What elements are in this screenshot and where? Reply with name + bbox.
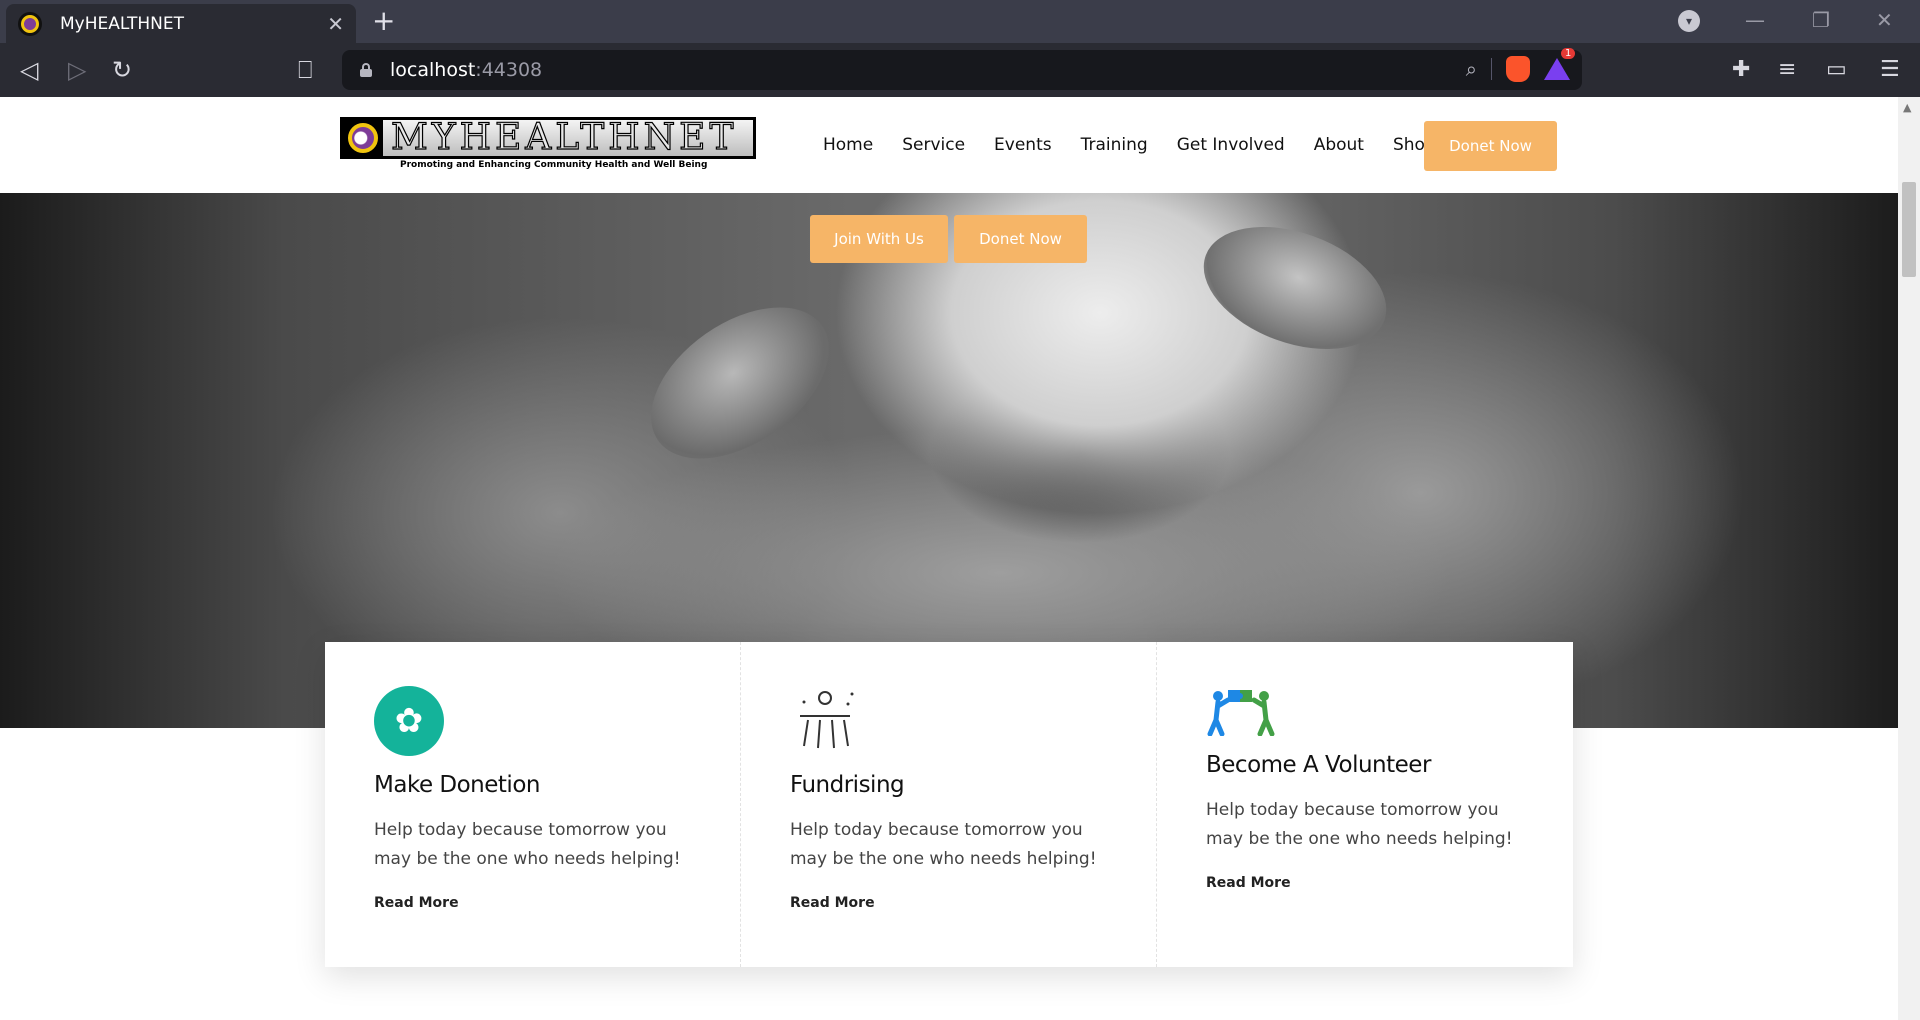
card-fundraising: Fundrising Help today because tomorrow y… <box>741 642 1157 967</box>
feature-cards: ✿ Make Donetion Help today because tomor… <box>325 642 1573 967</box>
close-tab-icon[interactable]: ✕ <box>327 12 344 36</box>
logo-mark-icon <box>343 120 383 156</box>
page-viewport: MYHEALTHNET Promoting and Enhancing Comm… <box>0 97 1920 1020</box>
logo-tagline: Promoting and Enhancing Community Health… <box>400 160 708 170</box>
menu-icon[interactable]: ☰ <box>1880 57 1900 82</box>
address-bar[interactable]: localhost :44308 ⌕ 1 <box>342 48 1582 90</box>
media-queue-icon[interactable]: ≡ <box>1778 57 1796 82</box>
reload-icon[interactable]: ↻ <box>112 55 132 85</box>
window-close-icon[interactable]: ✕ <box>1876 8 1893 32</box>
nav-events[interactable]: Events <box>994 135 1052 155</box>
back-icon[interactable]: ◁ <box>20 55 38 85</box>
nav-service[interactable]: Service <box>902 135 965 155</box>
nav-about[interactable]: About <box>1314 135 1364 155</box>
tab-search-icon[interactable]: ▾ <box>1678 10 1700 32</box>
browser-tab[interactable]: MyHEALTHNET ✕ <box>6 4 356 43</box>
read-more-link[interactable]: Read More <box>374 895 459 911</box>
brain-icon: ✿ <box>374 686 444 756</box>
bookmark-icon[interactable]: ⎕ <box>298 55 312 85</box>
scroll-thumb[interactable] <box>1902 182 1916 277</box>
card-donation: ✿ Make Donetion Help today because tomor… <box>325 642 741 967</box>
nav-get-involved[interactable]: Get Involved <box>1177 135 1285 155</box>
lock-icon <box>360 63 372 77</box>
wallet-icon[interactable]: ▭ <box>1826 57 1847 82</box>
forward-icon[interactable]: ▷ <box>68 55 86 85</box>
browser-tab-bar: MyHEALTHNET ✕ + ▾ — ❐ ✕ <box>0 0 1920 43</box>
brave-shields-icon[interactable] <box>1506 56 1530 82</box>
fundraising-icon <box>790 686 860 756</box>
new-tab-icon[interactable]: + <box>372 6 395 36</box>
read-more-link[interactable]: Read More <box>790 895 875 911</box>
minimize-icon[interactable]: — <box>1745 8 1765 32</box>
restore-icon[interactable]: ❐ <box>1812 8 1830 32</box>
card-title: Make Donetion <box>374 772 540 798</box>
site-favicon-icon <box>18 11 42 36</box>
site-logo[interactable]: MYHEALTHNET Promoting and Enhancing Comm… <box>340 117 756 173</box>
zoom-icon[interactable]: ⌕ <box>1466 57 1477 81</box>
hero-donate-button[interactable]: Donet Now <box>954 215 1087 263</box>
card-volunteer: Become A Volunteer Help today because to… <box>1157 642 1573 967</box>
join-with-us-button[interactable]: Join With Us <box>810 215 948 263</box>
card-title: Fundrising <box>790 772 905 798</box>
volunteer-puzzle-icon <box>1206 686 1276 737</box>
card-text: Help today because tomorrow you may be t… <box>790 820 1097 869</box>
scroll-up-icon[interactable]: ▲ <box>1903 101 1911 114</box>
card-text: Help today because tomorrow you may be t… <box>1206 800 1513 849</box>
main-nav: Home Service Events Training Get Involve… <box>823 135 1465 155</box>
browser-toolbar: ◁ ▷ ↻ ⎕ localhost :44308 ⌕ 1 ✚ ≡ ▭ ☰ <box>0 43 1920 97</box>
card-text: Help today because tomorrow you may be t… <box>374 820 681 869</box>
hero-image-hand-right <box>1186 203 1404 373</box>
nav-home[interactable]: Home <box>823 135 873 155</box>
url-host: localhost <box>390 59 476 81</box>
site-header: MYHEALTHNET Promoting and Enhancing Comm… <box>0 97 1898 193</box>
nav-training[interactable]: Training <box>1081 135 1148 155</box>
read-more-link[interactable]: Read More <box>1206 875 1291 891</box>
tab-title: MyHEALTHNET <box>60 13 185 34</box>
brave-rewards-icon[interactable]: 1 <box>1544 48 1576 80</box>
logo-text: MYHEALTHNET <box>390 117 738 158</box>
header-donate-button[interactable]: Donet Now <box>1424 121 1557 171</box>
card-title: Become A Volunteer <box>1206 752 1431 778</box>
hero-image-hand-left <box>623 276 857 490</box>
url-port: :44308 <box>475 59 543 81</box>
rewards-badge: 1 <box>1561 48 1576 59</box>
page-scrollbar[interactable]: ▲ <box>1898 97 1920 1020</box>
extensions-icon[interactable]: ✚ <box>1732 57 1750 82</box>
